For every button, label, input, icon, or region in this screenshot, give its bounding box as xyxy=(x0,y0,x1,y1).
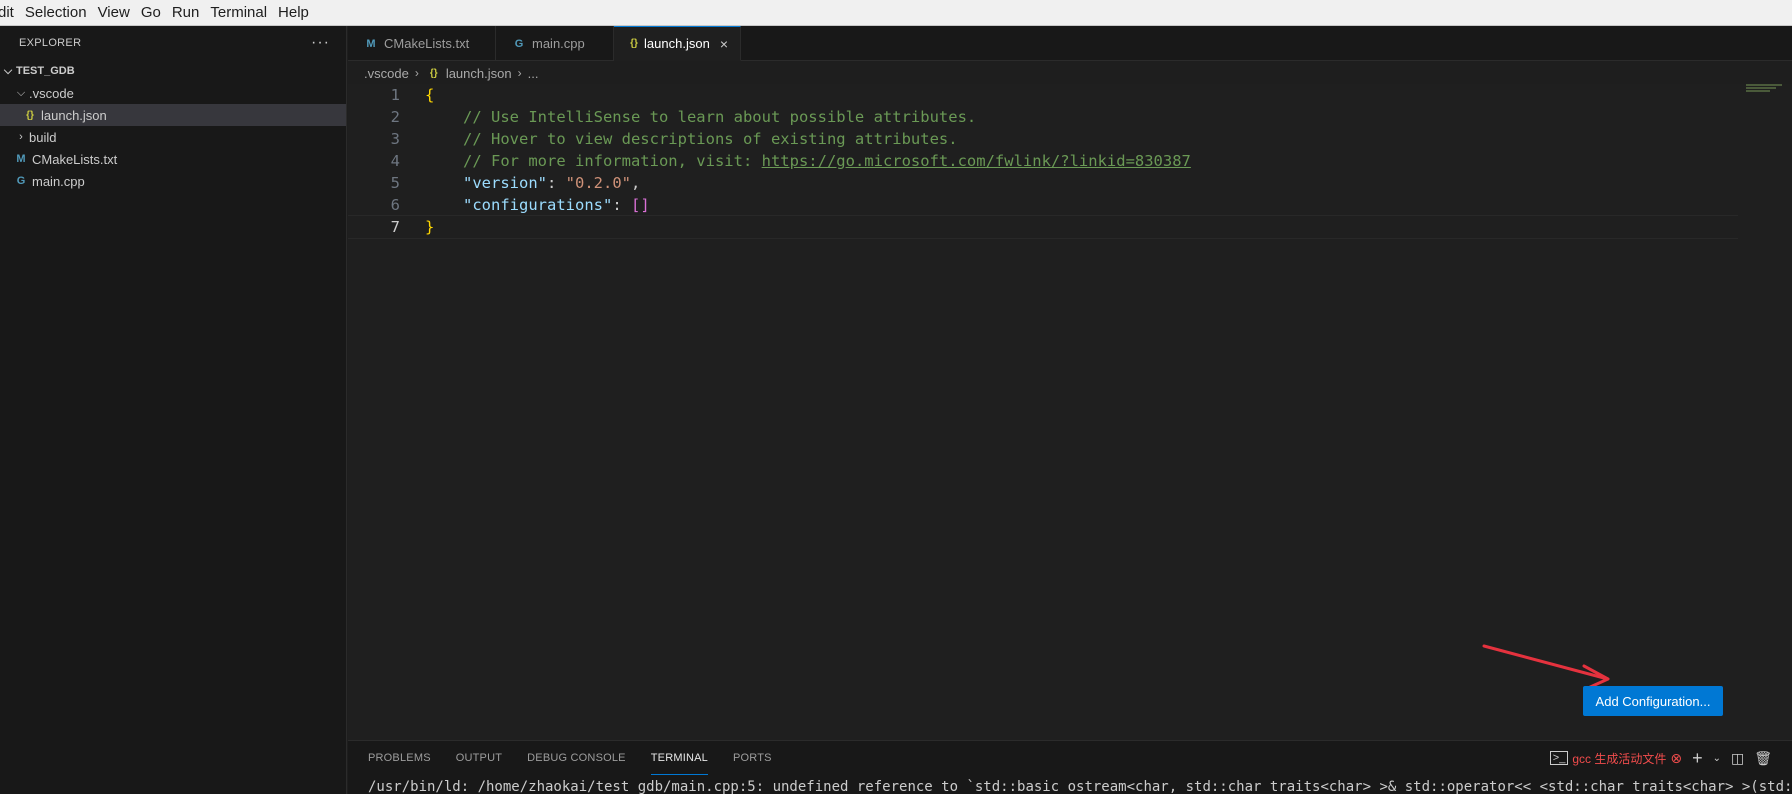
code-line: 6 "configurations": [] xyxy=(348,194,1738,216)
explorer-header: EXPLORER ··· xyxy=(0,26,346,60)
fwlink-link[interactable]: https://go.microsoft.com/fwlink/?linkid=… xyxy=(762,152,1191,170)
tree-item-build[interactable]: › build xyxy=(0,126,346,148)
terminal-icon: >_ xyxy=(1549,751,1569,765)
chevron-down-icon: ⌵ xyxy=(16,86,26,99)
colon: : xyxy=(612,196,631,214)
tree-item-label: .vscode xyxy=(29,85,74,101)
tab-terminal[interactable]: TERMINAL xyxy=(650,741,708,775)
breadcrumb-file[interactable]: launch.json xyxy=(446,66,512,81)
comma: , xyxy=(631,174,641,192)
error-circle-icon: ⊗ xyxy=(1670,749,1683,766)
breadcrumb-folder[interactable]: .vscode xyxy=(364,66,409,81)
json-key: "version" xyxy=(463,174,547,192)
more-actions-icon[interactable]: ··· xyxy=(311,34,330,52)
menu-go[interactable]: Go xyxy=(141,4,170,21)
line-number: 5 xyxy=(390,174,400,192)
line-number: 2 xyxy=(390,108,400,126)
workspace-root[interactable]: ⌵ TEST_GDB xyxy=(0,60,346,82)
tab-output[interactable]: OUTPUT xyxy=(456,741,502,775)
tree-item-label: launch.json xyxy=(41,107,107,123)
chevron-right-icon: › xyxy=(414,66,419,80)
json-file-icon: {} xyxy=(630,38,638,49)
open-brace: { xyxy=(425,86,435,104)
tab-debug-console[interactable]: DEBUG CONSOLE xyxy=(527,741,626,775)
tab-label: CMakeLists.txt xyxy=(384,36,470,51)
add-terminal-icon[interactable]: + xyxy=(1692,748,1703,769)
code-line-current: 7 } xyxy=(348,215,1738,239)
line-number: 7 xyxy=(390,218,400,236)
code-comment: // Use IntelliSense to learn about possi… xyxy=(463,108,977,126)
tree-item-label: main.cpp xyxy=(32,173,85,189)
menu-bar: dit Selection View Go Run Terminal Help xyxy=(0,0,1792,26)
code-line: 5 "version": "0.2.0", xyxy=(348,172,1738,194)
code-comment: // Hover to view descriptions of existin… xyxy=(463,130,958,148)
code-comment-line: // For more information, visit: https://… xyxy=(463,152,1191,170)
menu-view[interactable]: View xyxy=(98,4,139,21)
minimap[interactable] xyxy=(1746,84,1786,98)
terminal-output[interactable]: /usr/bin/ld: /home/zhaokai/test_gdb/main… xyxy=(368,779,1792,794)
cpp-file-icon: G xyxy=(514,37,524,50)
json-file-icon: {} xyxy=(26,109,34,121)
tree-item-vscode[interactable]: ⌵ .vscode xyxy=(0,82,346,104)
line-number: 1 xyxy=(390,86,400,104)
chevron-down-icon: ⌵ xyxy=(3,64,13,77)
bottom-panel: PROBLEMS OUTPUT DEBUG CONSOLE TERMINAL P… xyxy=(348,740,1792,794)
editor-tab-bar: M CMakeLists.txt G main.cpp {} launch.js… xyxy=(348,26,1792,61)
trash-icon[interactable]: 🗑 xyxy=(1754,750,1772,767)
json-key: "configurations" xyxy=(463,196,613,214)
json-string: "0.2.0" xyxy=(565,174,631,192)
breadcrumb-more[interactable]: ... xyxy=(528,66,539,81)
line-number: 3 xyxy=(390,130,400,148)
tab-main-cpp[interactable]: G main.cpp xyxy=(496,26,614,61)
tree-item-label: build xyxy=(29,129,57,145)
terminal-selector[interactable]: >_ gcc 生成活动文件 ⊗ xyxy=(1549,749,1683,767)
tree-item-label: CMakeLists.txt xyxy=(32,151,118,167)
json-file-icon: {} xyxy=(429,67,438,79)
tab-problems[interactable]: PROBLEMS xyxy=(368,741,431,775)
tab-launch-json[interactable]: {} launch.json × xyxy=(614,26,741,61)
version-entry: "version": "0.2.0", xyxy=(463,174,640,192)
cpp-file-icon: G xyxy=(16,175,26,187)
tab-cmakelists[interactable]: M CMakeLists.txt xyxy=(348,26,496,61)
code-line: 3 // Hover to view descriptions of exist… xyxy=(348,128,1738,150)
split-terminal-icon[interactable]: ◫ xyxy=(1731,750,1744,767)
tab-ports[interactable]: PORTS xyxy=(733,741,772,775)
colon: : xyxy=(547,174,566,192)
explorer-sidebar: EXPLORER ··· ⌵ TEST_GDB ⌵ .vscode {} lau… xyxy=(0,26,347,794)
workspace-root-label: TEST_GDB xyxy=(16,65,75,77)
code-comment: // For more information, visit: xyxy=(463,152,762,170)
code-line: 4 // For more information, visit: https:… xyxy=(348,150,1738,172)
cmake-file-icon: M xyxy=(16,153,26,165)
code-line: 2 // Use IntelliSense to learn about pos… xyxy=(348,106,1738,128)
chevron-right-icon: › xyxy=(19,131,23,143)
menu-terminal[interactable]: Terminal xyxy=(210,4,276,21)
configurations-entry: "configurations": [] xyxy=(463,196,650,214)
line-number: 6 xyxy=(390,196,400,214)
cmake-file-icon: M xyxy=(366,37,376,50)
menu-selection[interactable]: Selection xyxy=(25,4,96,21)
explorer-title: EXPLORER xyxy=(19,37,82,49)
tab-label: main.cpp xyxy=(532,36,585,51)
code-line: 1 { xyxy=(348,84,1738,106)
tree-item-main-cpp[interactable]: G main.cpp xyxy=(0,170,346,192)
line-number: 4 xyxy=(390,152,400,170)
panel-actions: >_ gcc 生成活动文件 ⊗ + ⌄ ◫ 🗑 xyxy=(1549,741,1772,775)
menu-run[interactable]: Run xyxy=(172,4,209,21)
json-array: [] xyxy=(630,196,650,214)
red-arrow-annotation xyxy=(1482,644,1610,690)
close-brace: } xyxy=(425,218,435,236)
menu-edit[interactable]: dit xyxy=(0,4,23,21)
breadcrumb: .vscode › {} launch.json › ... xyxy=(348,62,538,84)
tree-item-launch-json[interactable]: {} launch.json xyxy=(0,104,346,126)
tab-label: launch.json xyxy=(644,36,710,51)
chevron-down-icon[interactable]: ⌄ xyxy=(1713,753,1721,764)
menu-help[interactable]: Help xyxy=(278,4,318,21)
terminal-name: gcc 生成活动文件 xyxy=(1572,751,1667,766)
add-configuration-button[interactable]: Add Configuration... xyxy=(1583,686,1723,716)
chevron-right-icon: › xyxy=(517,66,522,80)
tree-item-cmakelists[interactable]: M CMakeLists.txt xyxy=(0,148,346,170)
close-icon[interactable]: × xyxy=(720,36,728,52)
